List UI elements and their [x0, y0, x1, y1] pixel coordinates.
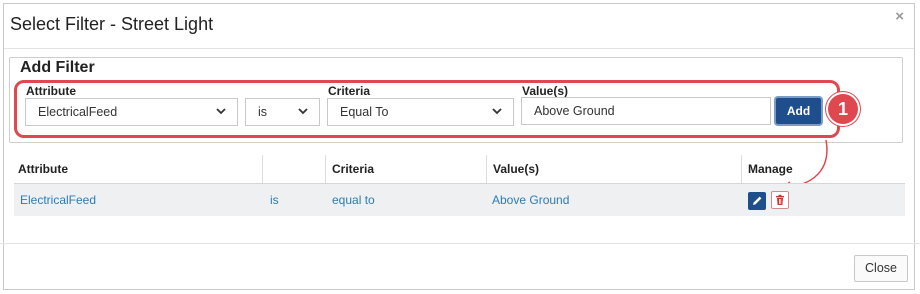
add-filter-legend: Add Filter — [16, 59, 99, 77]
pencil-icon — [753, 196, 762, 205]
row-attribute[interactable]: ElectricalFeed — [16, 184, 96, 216]
row-operator[interactable]: is — [266, 184, 279, 216]
column-divider — [741, 155, 742, 183]
column-header-criteria: Criteria — [332, 162, 375, 176]
column-divider — [262, 155, 263, 183]
row-value[interactable]: Above Ground — [488, 184, 569, 216]
trash-icon — [776, 194, 784, 205]
row-criteria[interactable]: equal to — [328, 184, 375, 216]
table-row: ElectricalFeed is equal to Above Ground — [14, 184, 905, 216]
column-divider — [325, 155, 326, 183]
delete-button[interactable] — [771, 191, 789, 209]
table-header: Attribute Criteria Value(s) Manage — [14, 155, 905, 184]
highlight-box — [14, 80, 840, 138]
column-divider — [486, 155, 487, 183]
edit-button[interactable] — [748, 192, 766, 210]
footer-divider — [0, 243, 920, 244]
close-button[interactable]: Close — [854, 255, 908, 282]
close-icon[interactable]: × — [895, 8, 904, 25]
column-header-manage: Manage — [748, 162, 793, 176]
step-callout-badge: 1 — [828, 94, 858, 124]
column-header-values: Value(s) — [493, 162, 540, 176]
dialog-title: Select Filter - Street Light — [10, 14, 214, 34]
column-header-operator — [264, 155, 268, 183]
header-divider — [4, 48, 914, 49]
column-header-attribute: Attribute — [18, 162, 68, 176]
